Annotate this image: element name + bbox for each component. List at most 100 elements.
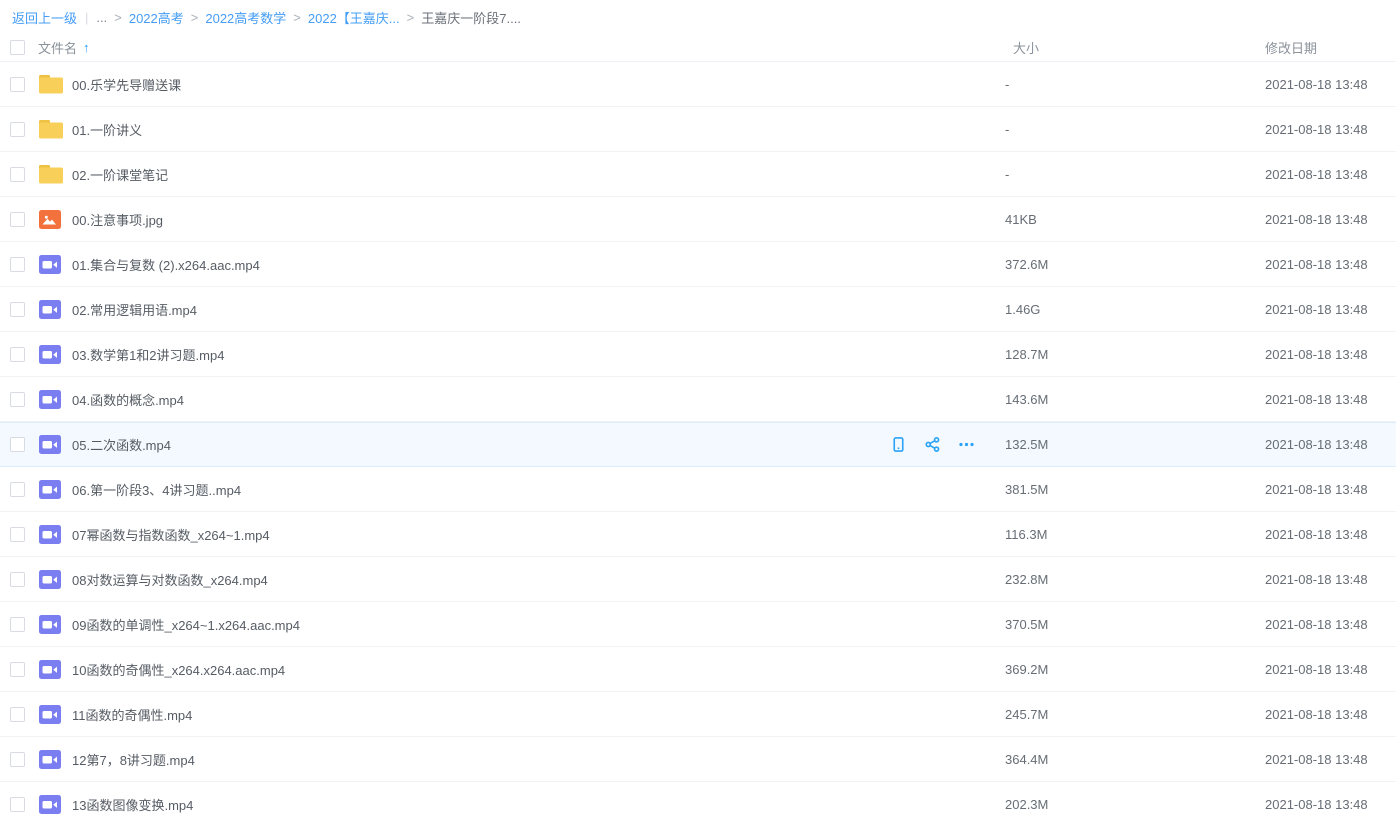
file-date: 2021-08-18 13:48 xyxy=(1265,302,1396,317)
file-size: 369.2M xyxy=(993,662,1265,677)
row-checkbox[interactable] xyxy=(10,212,25,227)
row-checkbox[interactable] xyxy=(10,437,25,452)
file-name[interactable]: 02.一阶课堂笔记 xyxy=(72,165,993,184)
table-row[interactable]: 01.一阶讲义 xyxy=(0,107,1396,152)
file-date: 2021-08-18 13:48 xyxy=(1265,662,1396,677)
breadcrumb-divider: | xyxy=(85,10,88,25)
file-name[interactable]: 06.第一阶段3、4讲习题..mp4 xyxy=(72,480,993,499)
table-row[interactable]: 08对数运算与对数函数_x264.mp4 xyxy=(0,557,1396,602)
row-checkbox[interactable] xyxy=(10,527,25,542)
file-size: - xyxy=(993,122,1265,137)
video-file-icon xyxy=(38,614,62,635)
table-row[interactable]: 06.第一阶段3、4讲习题..mp4 xyxy=(0,467,1396,512)
file-date: 2021-08-18 13:48 xyxy=(1265,437,1396,452)
row-checkbox[interactable] xyxy=(10,257,25,272)
file-name[interactable]: 10函数的奇偶性_x264.x264.aac.mp4 xyxy=(72,660,993,679)
breadcrumb-separator: > xyxy=(293,10,301,25)
column-header-size[interactable]: 大小 xyxy=(993,38,1265,57)
file-date: 2021-08-18 13:48 xyxy=(1265,617,1396,632)
file-size: 41KB xyxy=(993,212,1265,227)
table-row[interactable]: 00.注意事项.jpg xyxy=(0,197,1396,242)
row-actions xyxy=(890,436,993,453)
table-row[interactable]: 09函数的单调性_x264~1.x264.aac.mp4 xyxy=(0,602,1396,647)
file-size: 143.6M xyxy=(993,392,1265,407)
table-row[interactable]: 12第7，8讲习题.mp4 xyxy=(0,737,1396,782)
file-size: 381.5M xyxy=(993,482,1265,497)
file-size: 370.5M xyxy=(993,617,1265,632)
breadcrumb-separator: > xyxy=(191,10,199,25)
table-row[interactable]: 05.二次函数.mp4 xyxy=(0,422,1396,467)
file-name[interactable]: 05.二次函数.mp4 xyxy=(72,435,890,454)
file-name[interactable]: 02.常用逻辑用语.mp4 xyxy=(72,300,993,319)
row-checkbox[interactable] xyxy=(10,662,25,677)
table-row[interactable]: 04.函数的概念.mp4 xyxy=(0,377,1396,422)
breadcrumb-link-3[interactable]: 2022【王嘉庆... xyxy=(308,8,400,27)
share-icon[interactable] xyxy=(924,436,941,453)
folder-icon xyxy=(38,163,64,185)
breadcrumb-current: 王嘉庆一阶段7.... xyxy=(421,8,521,27)
video-file-icon xyxy=(38,434,62,455)
table-row[interactable]: 03.数学第1和2讲习题.mp4 xyxy=(0,332,1396,377)
breadcrumb-link-2[interactable]: 2022高考数学 xyxy=(205,8,286,27)
column-header-filename[interactable]: 文件名 xyxy=(38,38,77,57)
sort-ascending-icon[interactable]: ↑ xyxy=(83,40,90,55)
table-row[interactable]: 02.常用逻辑用语.mp4 xyxy=(0,287,1396,332)
file-name[interactable]: 03.数学第1和2讲习题.mp4 xyxy=(72,345,993,364)
breadcrumb-collapsed[interactable]: ... xyxy=(96,10,107,25)
file-date: 2021-08-18 13:48 xyxy=(1265,392,1396,407)
row-checkbox[interactable] xyxy=(10,392,25,407)
phone-download-icon[interactable] xyxy=(890,436,907,453)
breadcrumb-separator: > xyxy=(114,10,122,25)
table-row[interactable]: 07幂函数与指数函数_x264~1.mp4 xyxy=(0,512,1396,557)
video-file-icon xyxy=(38,569,62,590)
table-row[interactable]: 01.集合与复数 (2).x264.aac.mp4 xyxy=(0,242,1396,287)
row-checkbox[interactable] xyxy=(10,752,25,767)
file-name[interactable]: 09函数的单调性_x264~1.x264.aac.mp4 xyxy=(72,615,993,634)
breadcrumb-back-link[interactable]: 返回上一级 xyxy=(12,8,77,27)
row-checkbox[interactable] xyxy=(10,347,25,362)
table-row[interactable]: 13函数图像变换.mp4 xyxy=(0,782,1396,824)
more-actions-icon[interactable] xyxy=(958,436,975,453)
row-checkbox[interactable] xyxy=(10,572,25,587)
file-name[interactable]: 00.乐学先导赠送课 xyxy=(72,75,993,94)
file-name[interactable]: 12第7，8讲习题.mp4 xyxy=(72,750,993,769)
file-name[interactable]: 00.注意事项.jpg xyxy=(72,210,993,229)
file-date: 2021-08-18 13:48 xyxy=(1265,482,1396,497)
file-date: 2021-08-18 13:48 xyxy=(1265,257,1396,272)
file-size: 202.3M xyxy=(993,797,1265,812)
folder-icon xyxy=(38,73,64,95)
table-row[interactable]: 10函数的奇偶性_x264.x264.aac.mp4 xyxy=(0,647,1396,692)
video-file-icon xyxy=(38,344,62,365)
table-row[interactable]: 00.乐学先导赠送课 xyxy=(0,62,1396,107)
file-name[interactable]: 11函数的奇偶性.mp4 xyxy=(72,705,993,724)
file-date: 2021-08-18 13:48 xyxy=(1265,122,1396,137)
file-name[interactable]: 01.集合与复数 (2).x264.aac.mp4 xyxy=(72,255,993,274)
video-file-icon xyxy=(38,254,62,275)
row-checkbox[interactable] xyxy=(10,302,25,317)
file-date: 2021-08-18 13:48 xyxy=(1265,752,1396,767)
table-row[interactable]: 02.一阶课堂笔记 xyxy=(0,152,1396,197)
table-row[interactable]: 11函数的奇偶性.mp4 xyxy=(0,692,1396,737)
select-all-checkbox[interactable] xyxy=(10,40,25,55)
file-name[interactable]: 08对数运算与对数函数_x264.mp4 xyxy=(72,570,993,589)
breadcrumb-link-1[interactable]: 2022高考 xyxy=(129,8,184,27)
file-date: 2021-08-18 13:48 xyxy=(1265,347,1396,362)
row-checkbox[interactable] xyxy=(10,797,25,812)
video-file-icon xyxy=(38,479,62,500)
file-size: 372.6M xyxy=(993,257,1265,272)
file-name[interactable]: 04.函数的概念.mp4 xyxy=(72,390,993,409)
row-checkbox[interactable] xyxy=(10,617,25,632)
column-header-date[interactable]: 修改日期 xyxy=(1265,38,1396,57)
row-checkbox[interactable] xyxy=(10,77,25,92)
file-list: 00.乐学先导赠送课 xyxy=(0,62,1396,824)
file-date: 2021-08-18 13:48 xyxy=(1265,797,1396,812)
list-header: 文件名 ↑ 大小 修改日期 xyxy=(0,34,1396,62)
row-checkbox[interactable] xyxy=(10,167,25,182)
file-name[interactable]: 01.一阶讲义 xyxy=(72,120,993,139)
row-checkbox[interactable] xyxy=(10,707,25,722)
row-checkbox[interactable] xyxy=(10,482,25,497)
video-file-icon xyxy=(38,794,62,815)
file-name[interactable]: 13函数图像变换.mp4 xyxy=(72,795,993,814)
row-checkbox[interactable] xyxy=(10,122,25,137)
file-name[interactable]: 07幂函数与指数函数_x264~1.mp4 xyxy=(72,525,993,544)
